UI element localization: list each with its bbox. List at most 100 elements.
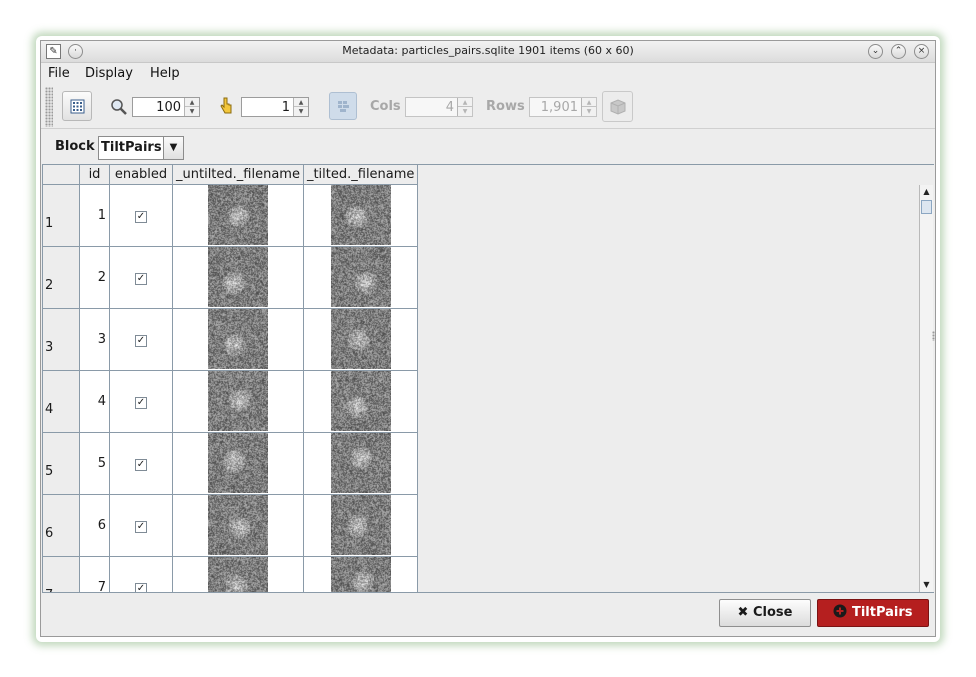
enabled-checkbox[interactable]: ✓: [135, 396, 147, 409]
column-header-enabled[interactable]: enabled: [109, 165, 173, 185]
goto-spinner-arrows[interactable]: ▲ ▼: [293, 98, 308, 116]
row-header[interactable]: 6: [42, 493, 80, 557]
particle-image-tilted[interactable]: [330, 185, 391, 245]
particle-image-untilted[interactable]: [207, 495, 268, 555]
table-row[interactable]: 5 5 ✓: [42, 431, 419, 495]
tilted-image-cell[interactable]: [302, 431, 419, 495]
row-header[interactable]: 1: [42, 183, 80, 247]
cols-label: Cols: [370, 99, 401, 114]
particle-image-tilted[interactable]: [330, 247, 391, 307]
scroll-down-icon[interactable]: ▼: [920, 578, 933, 592]
particle-image-tilted[interactable]: [330, 433, 391, 493]
menu-help[interactable]: Help: [150, 66, 180, 81]
untilted-image-cell[interactable]: [172, 369, 304, 433]
scrollbar-thumb[interactable]: [921, 200, 932, 214]
column-header-untilted-filename[interactable]: _untilted._filename: [172, 165, 304, 185]
tilted-image-cell[interactable]: [302, 493, 419, 557]
untilted-image-cell[interactable]: [172, 493, 304, 557]
enabled-checkbox[interactable]: ✓: [135, 458, 147, 471]
table-row[interactable]: 4 4 ✓: [42, 369, 419, 433]
table-row[interactable]: 1 1 ✓: [42, 183, 419, 247]
tilted-image-cell[interactable]: [302, 369, 419, 433]
untilted-image-cell[interactable]: [172, 183, 304, 247]
enabled-cell[interactable]: ✓: [109, 493, 173, 557]
table-row[interactable]: 3 3 ✓: [42, 307, 419, 371]
table-row[interactable]: 6 6 ✓: [42, 493, 419, 557]
untilted-image-cell[interactable]: [172, 555, 304, 592]
cube-icon: [610, 99, 626, 115]
untilted-image-cell[interactable]: [172, 245, 304, 309]
metadata-table: id enabled _untilted._filename _tilted._…: [42, 165, 419, 592]
enabled-cell[interactable]: ✓: [109, 245, 173, 309]
enabled-checkbox[interactable]: ✓: [135, 582, 147, 592]
resize-handle[interactable]: [932, 331, 935, 341]
tilted-image-cell[interactable]: [302, 245, 419, 309]
particle-image-tilted[interactable]: [330, 557, 391, 592]
block-select[interactable]: TiltPairs ▼: [98, 136, 184, 160]
id-cell[interactable]: 1: [79, 183, 110, 247]
tiltpairs-button[interactable]: TiltPairs: [817, 599, 929, 627]
row-header[interactable]: 5: [42, 431, 80, 495]
enabled-cell[interactable]: ✓: [109, 555, 173, 592]
title-bar[interactable]: ✎ · Metadata: particles_pairs.sqlite 190…: [41, 41, 935, 63]
tilted-image-cell[interactable]: [302, 307, 419, 371]
particle-image-untilted[interactable]: [207, 371, 268, 431]
enabled-checkbox[interactable]: ✓: [135, 520, 147, 533]
untilted-image-cell[interactable]: [172, 431, 304, 495]
enabled-checkbox[interactable]: ✓: [135, 210, 147, 223]
tilted-image-cell[interactable]: [302, 183, 419, 247]
grid-view-button[interactable]: [62, 91, 92, 121]
enabled-checkbox[interactable]: ✓: [135, 334, 147, 347]
enabled-cell[interactable]: ✓: [109, 369, 173, 433]
zoom-spinner[interactable]: 100 ▲ ▼: [132, 97, 200, 117]
id-cell[interactable]: 7: [79, 555, 110, 592]
table-row[interactable]: 2 2 ✓: [42, 245, 419, 309]
particle-image-tilted[interactable]: [330, 309, 391, 369]
id-cell[interactable]: 5: [79, 431, 110, 495]
toolbar-grip[interactable]: [45, 87, 53, 127]
id-cell[interactable]: 4: [79, 369, 110, 433]
untilted-image-cell[interactable]: [172, 307, 304, 371]
particle-image-tilted[interactable]: [330, 371, 391, 431]
particle-image-untilted[interactable]: [207, 433, 268, 493]
table-row[interactable]: 77 ✓: [42, 555, 419, 592]
rows-spinner-arrows[interactable]: ▲ ▼: [581, 98, 596, 116]
row-header[interactable]: 2: [42, 245, 80, 309]
enabled-cell[interactable]: ✓: [109, 431, 173, 495]
enabled-cell[interactable]: ✓: [109, 307, 173, 371]
close-button[interactable]: ✖ Close: [719, 599, 811, 627]
columns-adjust-button[interactable]: [329, 92, 357, 120]
id-cell[interactable]: 2: [79, 245, 110, 309]
goto-spinner[interactable]: 1 ▲ ▼: [241, 97, 309, 117]
row-header[interactable]: 4: [42, 369, 80, 433]
chevron-down-icon[interactable]: ▼: [163, 137, 183, 159]
volume-view-button[interactable]: [602, 91, 633, 122]
row-header[interactable]: 7: [42, 555, 80, 592]
cols-spinner[interactable]: 4 ▲ ▼: [405, 97, 473, 117]
particle-image-untilted[interactable]: [207, 309, 268, 369]
menu-file[interactable]: File: [48, 66, 70, 81]
zoom-value: 100: [156, 100, 181, 115]
row-header[interactable]: 3: [42, 307, 80, 371]
enabled-cell[interactable]: ✓: [109, 183, 173, 247]
menu-display[interactable]: Display: [85, 66, 133, 81]
id-cell[interactable]: 3: [79, 307, 110, 371]
close-window-icon[interactable]: ×: [914, 44, 929, 59]
cols-spinner-arrows[interactable]: ▲ ▼: [457, 98, 472, 116]
particle-image-tilted[interactable]: [330, 495, 391, 555]
enabled-checkbox[interactable]: ✓: [135, 272, 147, 285]
particle-image-untilted[interactable]: [207, 557, 268, 592]
rows-spinner[interactable]: 1,901 ▲ ▼: [529, 97, 597, 117]
tilted-image-cell[interactable]: [302, 555, 419, 592]
id-cell[interactable]: 6: [79, 493, 110, 557]
columns-icon: [338, 101, 349, 112]
minimize-icon[interactable]: ⌄: [868, 44, 883, 59]
maximize-icon[interactable]: ⌃: [891, 44, 906, 59]
column-header-id[interactable]: id: [79, 165, 110, 185]
particle-image-untilted[interactable]: [207, 247, 268, 307]
column-header-tilted-filename[interactable]: _tilted._filename: [302, 165, 419, 185]
vertical-scrollbar[interactable]: ▲ ▼: [919, 185, 933, 592]
zoom-spinner-arrows[interactable]: ▲ ▼: [184, 98, 199, 116]
scroll-up-icon[interactable]: ▲: [920, 185, 933, 199]
particle-image-untilted[interactable]: [207, 185, 268, 245]
